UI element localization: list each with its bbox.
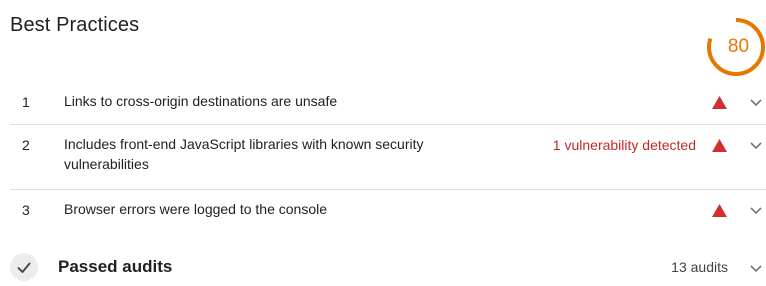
divider: [10, 124, 766, 125]
audit-index: 3: [22, 202, 30, 218]
warning-triangle-icon: [712, 96, 727, 109]
audit-title: Includes front-end JavaScript libraries …: [64, 136, 424, 172]
audit-row-2[interactable]: 2 Includes front-end JavaScript librarie…: [0, 136, 766, 181]
audit-row-3[interactable]: 3 Browser errors were logged to the cons…: [0, 201, 766, 228]
warning-triangle-icon: [712, 139, 727, 152]
passed-audits-label: Passed audits: [58, 257, 173, 276]
chevron-down-icon[interactable]: [750, 99, 762, 107]
warning-triangle-icon: [712, 204, 727, 217]
audit-index: 2: [22, 137, 30, 153]
chevron-down-icon[interactable]: [750, 142, 762, 150]
audit-title: Links to cross-origin destinations are u…: [64, 93, 338, 109]
audit-title: Browser errors were logged to the consol…: [64, 201, 328, 217]
audit-index: 1: [22, 94, 30, 110]
chevron-down-icon[interactable]: [750, 265, 762, 273]
audit-row-1[interactable]: 1 Links to cross-origin destinations are…: [0, 93, 766, 120]
vulnerability-detail: 1 vulnerability detected: [552, 137, 696, 153]
score-value: 80: [727, 36, 750, 57]
passed-audits-toggle[interactable]: Passed audits 13 audits: [0, 246, 766, 281]
chevron-down-icon[interactable]: [750, 207, 762, 215]
passed-audits-count: 13 audits: [671, 259, 728, 275]
divider: [10, 189, 766, 190]
section-title: Best Practices: [10, 14, 140, 36]
